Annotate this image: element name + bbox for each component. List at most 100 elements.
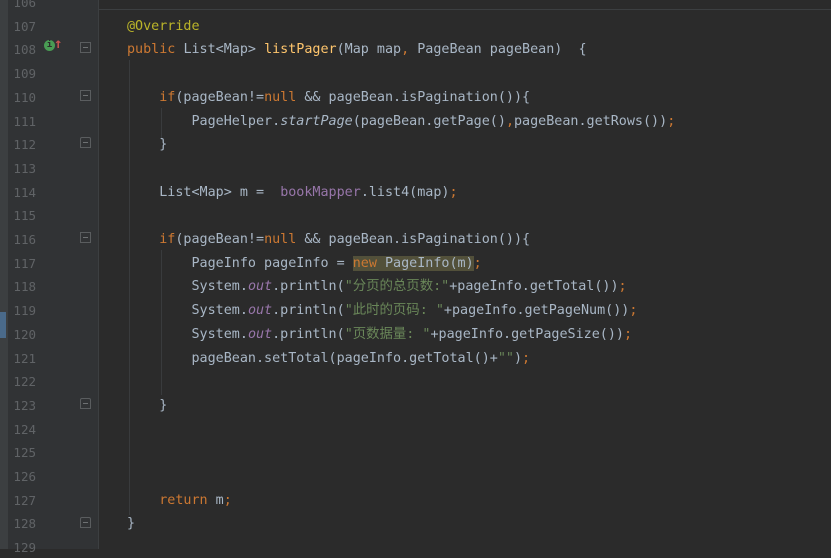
code-token: ; bbox=[522, 350, 531, 366]
line-number: 106 bbox=[13, 0, 36, 10]
code-line[interactable]: 122 bbox=[0, 372, 831, 392]
line-number: 117 bbox=[13, 255, 36, 271]
code-line[interactable]: 127 return m; bbox=[0, 491, 831, 511]
code-line[interactable]: 115 bbox=[0, 206, 831, 226]
code-token: (Map map bbox=[336, 42, 402, 58]
fold-end-marker-icon[interactable] bbox=[80, 137, 91, 148]
code-token: ; bbox=[667, 113, 676, 129]
line-number: 110 bbox=[13, 89, 36, 105]
code-token: } bbox=[127, 516, 136, 532]
code-token: out bbox=[247, 303, 273, 319]
code-line[interactable]: 118 System.out.println("分页的总页数:"+pageInf… bbox=[0, 277, 831, 297]
code-token: +pageInfo.getPageNum()) bbox=[443, 303, 630, 319]
line-number: 111 bbox=[13, 113, 36, 129]
line-number: 114 bbox=[13, 184, 36, 200]
fold-end-marker-icon[interactable] bbox=[80, 517, 91, 528]
code-token: listPager bbox=[264, 42, 337, 58]
code-text[interactable]: pageBean.setTotal(pageInfo.getTotal()+""… bbox=[127, 349, 530, 369]
code-token: null bbox=[264, 232, 297, 247]
line-number: 112 bbox=[13, 137, 36, 153]
code-line[interactable]: 112 } bbox=[0, 135, 831, 155]
code-line[interactable]: 120 System.out.println("页数据量: "+pageInfo… bbox=[0, 325, 831, 345]
code-line[interactable]: 109 bbox=[0, 64, 831, 84]
code-token: if bbox=[159, 89, 176, 105]
code-line[interactable]: 111 PageHelper.startPage(pageBean.getPag… bbox=[0, 112, 831, 132]
line-number: 107 bbox=[13, 18, 36, 34]
code-token: if bbox=[159, 232, 176, 247]
code-editor[interactable]: 106 107 @Override 108 public List<Map> listP… bbox=[0, 0, 831, 555]
code-token: .println( bbox=[272, 326, 345, 342]
code-text[interactable]: if(pageBean!=null && pageBean.isPaginati… bbox=[127, 88, 530, 108]
code-token: ; bbox=[623, 326, 633, 342]
code-text[interactable]: } bbox=[127, 396, 167, 416]
code-text[interactable]: PageHelper.startPage(pageBean.getPage(),… bbox=[127, 112, 675, 132]
code-token: ; bbox=[223, 492, 232, 508]
code-token: new bbox=[352, 255, 377, 271]
fold-marker-icon[interactable] bbox=[80, 232, 91, 243]
code-token: System. bbox=[127, 326, 248, 342]
code-text[interactable]: List<Map> m = bookMapper.list4(map); bbox=[127, 183, 457, 203]
code-line[interactable]: 121 pageBean.setTotal(pageInfo.getTotal(… bbox=[0, 349, 831, 369]
line-number: 122 bbox=[13, 374, 36, 390]
code-text[interactable]: } bbox=[127, 514, 135, 534]
line-number: 128 bbox=[13, 516, 36, 532]
code-text[interactable]: return m; bbox=[127, 491, 232, 511]
code-token: PageInfo pageInfo = bbox=[127, 255, 353, 271]
code-token: m bbox=[207, 492, 224, 508]
code-token: .list4(map) bbox=[360, 184, 450, 200]
line-number: 127 bbox=[13, 492, 36, 508]
line-number: 125 bbox=[13, 445, 36, 461]
override-arrow-icon[interactable]: ↑ bbox=[54, 36, 62, 52]
line-number: 124 bbox=[13, 421, 36, 437]
code-token: "" bbox=[497, 350, 514, 366]
code-line[interactable]: 106 bbox=[0, 0, 831, 13]
fold-marker-icon[interactable] bbox=[80, 90, 91, 101]
code-text[interactable]: public List<Map> listPager(Map map, Page… bbox=[127, 40, 587, 60]
line-number: 109 bbox=[13, 66, 36, 82]
code-token: PageBean pageBean) { bbox=[417, 42, 587, 58]
code-text[interactable]: } bbox=[127, 135, 167, 155]
line-number: 118 bbox=[13, 279, 36, 295]
code-line[interactable]: 113 bbox=[0, 159, 831, 179]
code-token: startPage bbox=[280, 113, 353, 129]
code-text[interactable]: System.out.println("此时的页码: "+pageInfo.ge… bbox=[127, 301, 637, 321]
code-line[interactable]: 128} bbox=[0, 514, 831, 534]
code-line[interactable]: 119 System.out.println("此时的页码: "+pageInf… bbox=[0, 301, 831, 321]
code-token: +pageInfo.getPageSize()) bbox=[430, 326, 624, 342]
line-number: 115 bbox=[13, 208, 36, 224]
code-line[interactable]: 110 if(pageBean!=null && pageBean.isPagi… bbox=[0, 88, 831, 108]
fold-end-marker-icon[interactable] bbox=[80, 398, 91, 409]
code-line[interactable]: 116 if(pageBean!=null && pageBean.isPagi… bbox=[0, 230, 831, 250]
code-text[interactable]: System.out.println("页数据量: "+pageInfo.get… bbox=[127, 325, 632, 345]
code-token: PageHelper. bbox=[127, 113, 281, 129]
code-token: ; bbox=[473, 255, 482, 271]
code-token: bookMapper bbox=[280, 184, 361, 200]
code-token: , bbox=[505, 113, 514, 129]
code-line[interactable]: 126 bbox=[0, 467, 831, 487]
code-token: ; bbox=[629, 303, 638, 319]
line-number: 123 bbox=[13, 397, 36, 413]
code-text[interactable]: @Override bbox=[127, 17, 200, 37]
code-token: PageInfo(m) bbox=[376, 255, 474, 271]
code-token: List<Map> bbox=[183, 42, 265, 58]
code-line[interactable]: 108 public List<Map> listPager(Map map, P… bbox=[0, 40, 831, 60]
code-line[interactable]: 129 bbox=[0, 538, 831, 558]
code-line[interactable]: 107 @Override bbox=[0, 17, 831, 37]
code-line[interactable]: 124 bbox=[0, 420, 831, 440]
code-token: && pageBean.isPagination()){ bbox=[296, 232, 531, 247]
code-token: } bbox=[127, 137, 168, 153]
code-text[interactable]: System.out.println("分页的总页数:"+pageInfo.ge… bbox=[127, 277, 626, 297]
code-token: pageBean.setTotal(pageInfo.getTotal()+ bbox=[127, 350, 498, 366]
code-line[interactable]: 125 bbox=[0, 443, 831, 463]
code-text[interactable]: PageInfo pageInfo = new PageInfo(m); bbox=[127, 254, 482, 274]
code-token: out bbox=[247, 279, 273, 295]
code-token: out bbox=[247, 326, 273, 342]
code-line[interactable]: 117 PageInfo pageInfo = new PageInfo(m); bbox=[0, 254, 831, 274]
code-line[interactable]: 114 List<Map> m = bookMapper.list4(map); bbox=[0, 183, 831, 203]
code-token: +pageInfo.getTotal()) bbox=[449, 279, 619, 295]
code-text[interactable]: if(pageBean!=null && pageBean.isPaginati… bbox=[127, 230, 530, 250]
code-line[interactable]: 123 } bbox=[0, 396, 831, 416]
fold-marker-icon[interactable] bbox=[80, 42, 91, 53]
